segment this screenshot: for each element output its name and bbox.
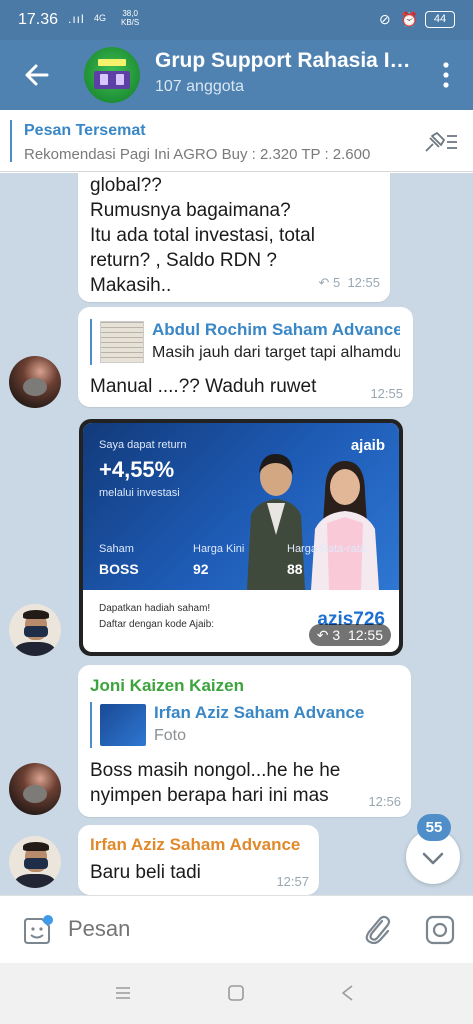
message-bubble[interactable]: Joni Kaizen Kaizen Irfan Aziz Saham Adva… — [78, 665, 411, 817]
battery-icon: 44 — [425, 11, 455, 28]
status-bar: 17.36 .ııl 4G 38,0 KB/S ⊘ ⏰ 44 — [0, 0, 473, 40]
message-text: Manual ....?? Waduh ruwet — [90, 376, 317, 397]
stock-label: Saham — [99, 543, 134, 555]
message-text: global?? Rumusnya bagaimana? Itu ada tot… — [90, 173, 315, 298]
chat-area[interactable]: global?? Rumusnya bagaimana? Itu ada tot… — [0, 173, 473, 895]
signal-icon: .ııl — [68, 12, 85, 26]
message-line: return? , Saldo RDN ? — [90, 250, 277, 271]
promo-line: Daftar dengan kode Ajaib: — [99, 619, 215, 630]
photo-return-value: +4,55% — [99, 457, 175, 482]
message-time: 12:55 — [347, 275, 380, 290]
chat-header: Grup Support Rahasia Investor 107 anggot… — [0, 40, 473, 110]
photo-caption-sub: melalui investasi — [99, 487, 180, 499]
message-time: 12:55 — [347, 627, 383, 643]
sender-name[interactable]: Irfan Aziz Saham Advance — [90, 835, 300, 855]
reply-count[interactable]: 3 — [332, 627, 340, 643]
sticker-icon[interactable] — [20, 914, 54, 948]
stock-value: BOSS — [99, 561, 139, 577]
home-icon[interactable] — [227, 984, 245, 1002]
network-speed: 38,0 KB/S — [121, 9, 139, 27]
message-meta: ↶ 3 12:55 — [308, 624, 391, 646]
status-time: 17.36 — [18, 11, 59, 28]
photo-caption: Saya dapat return — [99, 439, 187, 451]
message-line: nyimpen berapa hari ini mas — [90, 785, 329, 806]
reply-arrow-icon: ↶ — [316, 627, 329, 643]
promo-line: Dapatkan hadiah saham! — [99, 603, 211, 614]
reply-arrow-icon: ↶ — [318, 275, 330, 290]
reply-text: Foto — [154, 727, 187, 744]
more-options-icon[interactable] — [439, 60, 453, 90]
pin-list-icon[interactable] — [423, 130, 459, 154]
group-avatar[interactable] — [84, 47, 140, 103]
average-price-label: Harga Rata-rata — [287, 543, 366, 555]
pinned-title: Pesan Tersemat — [24, 122, 146, 139]
avatar[interactable] — [9, 763, 61, 815]
message-text: Boss masih nongol...he he he nyimpen ber… — [90, 758, 340, 808]
avatar[interactable] — [9, 356, 61, 408]
pinned-text: Rekomendasi Pagi Ini AGRO Buy : 2.320 TP… — [24, 146, 371, 163]
message-line: global?? — [90, 175, 162, 196]
current-price-label: Harga Kini — [193, 543, 245, 555]
avatar[interactable] — [9, 604, 61, 656]
instant-camera-icon[interactable] — [424, 914, 456, 946]
photo-message[interactable]: Saya dapat return +4,55% melalui investa… — [79, 419, 403, 656]
photo-image[interactable]: Saya dapat return +4,55% melalui investa… — [83, 423, 399, 652]
back-arrow-icon[interactable] — [20, 58, 54, 92]
reply-thumbnail — [100, 704, 146, 746]
message-line: Boss masih nongol...he he he — [90, 760, 341, 781]
pinned-indicator — [10, 120, 12, 162]
message-line: Makasih.. — [90, 275, 172, 296]
reply-text: Masih jauh dari target tapi alhamdulilla… — [152, 344, 400, 361]
reply-preview[interactable]: Irfan Aziz Saham Advance Foto — [90, 702, 390, 748]
message-bubble[interactable]: Abdul Rochim Saham Advance Masih jauh da… — [78, 307, 413, 407]
message-time: 12:55 — [370, 386, 403, 401]
message-text: Baru beli tadi — [90, 862, 201, 883]
unread-count-badge: 55 — [417, 814, 451, 841]
avatar[interactable] — [9, 836, 61, 888]
message-time: 12:57 — [276, 874, 309, 889]
photo-person — [311, 461, 379, 590]
sender-name[interactable]: Joni Kaizen Kaizen — [90, 676, 244, 696]
ajaib-logo: ajaib — [350, 437, 385, 454]
message-time: 12:56 — [368, 794, 401, 809]
system-nav-bar — [0, 963, 473, 1024]
recent-apps-icon[interactable] — [114, 985, 132, 1001]
member-count: 107 anggota — [155, 78, 244, 95]
reply-sender-name: Abdul Rochim Saham Advance — [152, 320, 400, 339]
message-meta: ↶ 5 12:55 — [318, 275, 380, 291]
message-input-bar — [0, 895, 473, 963]
reply-preview[interactable]: Abdul Rochim Saham Advance Masih jauh da… — [90, 319, 400, 365]
message-line: Rumusnya bagaimana? — [90, 200, 291, 221]
message-bubble[interactable]: Irfan Aziz Saham Advance Baru beli tadi … — [78, 825, 319, 895]
current-price-value: 92 — [193, 561, 209, 577]
network-type: 4G — [94, 13, 107, 23]
pinned-message-bar[interactable]: Pesan Tersemat Rekomendasi Pagi Ini AGRO… — [0, 110, 473, 172]
message-input[interactable] — [68, 916, 348, 942]
message-line: Itu ada total investasi, total — [90, 225, 315, 246]
status-indicators-icon: ⊘ ⏰ — [378, 11, 421, 27]
network-speed-unit: KB/S — [121, 18, 140, 27]
reply-sender-name: Irfan Aziz Saham Advance — [154, 703, 365, 722]
photo-banner: Saya dapat return +4,55% melalui investa… — [83, 423, 399, 590]
network-speed-value: 38,0 — [122, 9, 138, 18]
reply-count[interactable]: 5 — [333, 275, 340, 290]
reply-thumbnail — [100, 321, 144, 363]
average-price-value: 88 — [287, 561, 303, 577]
back-nav-icon[interactable] — [339, 984, 357, 1002]
chat-title[interactable]: Grup Support Rahasia Investor — [155, 49, 415, 73]
paperclip-icon[interactable] — [362, 912, 392, 946]
message-bubble[interactable]: global?? Rumusnya bagaimana? Itu ada tot… — [78, 173, 390, 302]
